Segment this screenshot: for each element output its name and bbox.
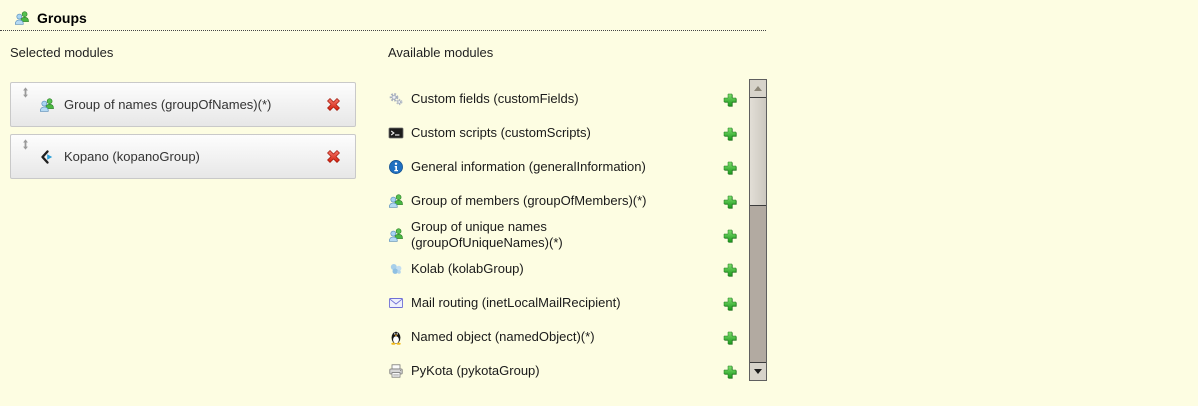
available-modules-heading: Available modules <box>388 45 767 61</box>
kopano-icon <box>39 149 55 165</box>
add-module-button[interactable] <box>721 261 738 278</box>
scroll-down-icon[interactable] <box>750 362 766 380</box>
available-module-label: General information (generalInformation) <box>411 159 676 175</box>
available-module-row: Group of unique names (groupOfUniqueName… <box>388 218 738 252</box>
page-title: Groups <box>37 10 87 26</box>
selected-module-item[interactable]: Group of names (groupOfNames)(*) <box>10 82 356 127</box>
add-module-button[interactable] <box>721 363 738 380</box>
add-module-button[interactable] <box>721 193 738 210</box>
available-module-label: Group of members (groupOfMembers)(*) <box>411 193 676 209</box>
drag-handle-icon[interactable] <box>20 139 31 150</box>
remove-module-button[interactable] <box>325 96 342 113</box>
mail-icon <box>388 295 404 311</box>
available-modules-list: Custom fields (customFields) Custom scri… <box>388 82 738 388</box>
page-header: Groups <box>0 0 766 31</box>
tux-icon <box>388 329 404 345</box>
selected-module-label: Kopano (kopanoGroup) <box>64 149 200 164</box>
add-module-button[interactable] <box>721 159 738 176</box>
available-module-label: Custom fields (customFields) <box>411 91 676 107</box>
available-module-row: Kolab (kolabGroup) <box>388 252 738 286</box>
scrollbar[interactable] <box>749 79 767 381</box>
selected-modules-column: Selected modules Group of names (groupOf… <box>10 45 358 388</box>
groups-config-panel: Groups Selected modules Group of names (… <box>0 0 766 388</box>
remove-module-button[interactable] <box>325 148 342 165</box>
groups-icon <box>14 10 30 26</box>
available-module-row: PyKota (pykotaGroup) <box>388 354 738 388</box>
info-icon <box>388 159 404 175</box>
selected-module-label: Group of names (groupOfNames)(*) <box>64 97 271 112</box>
add-module-button[interactable] <box>721 125 738 142</box>
selected-module-item[interactable]: Kopano (kopanoGroup) <box>10 134 356 179</box>
printer-icon <box>388 363 404 379</box>
add-module-button[interactable] <box>721 329 738 346</box>
available-module-row: Custom scripts (customScripts) <box>388 116 738 150</box>
group-icon <box>39 97 55 113</box>
available-modules-column: Available modules Custom fields (customF… <box>388 45 767 388</box>
available-module-label: Group of unique names (groupOfUniqueName… <box>411 219 676 252</box>
kolab-icon <box>388 261 404 277</box>
group-icon <box>388 193 404 209</box>
available-module-row: General information (generalInformation) <box>388 150 738 184</box>
available-module-row: Custom fields (customFields) <box>388 82 738 116</box>
available-module-row: Mail routing (inetLocalMailRecipient) <box>388 286 738 320</box>
available-module-label: Kolab (kolabGroup) <box>411 261 676 277</box>
available-module-row: Group of members (groupOfMembers)(*) <box>388 184 738 218</box>
available-module-label: Named object (namedObject)(*) <box>411 329 676 345</box>
add-module-button[interactable] <box>721 295 738 312</box>
available-module-label: Custom scripts (customScripts) <box>411 125 676 141</box>
available-module-label: Mail routing (inetLocalMailRecipient) <box>411 295 676 311</box>
add-module-button[interactable] <box>721 227 738 244</box>
add-module-button[interactable] <box>721 91 738 108</box>
custom-fields-icon <box>388 91 404 107</box>
available-module-row: Named object (namedObject)(*) <box>388 320 738 354</box>
scroll-up-icon[interactable] <box>750 80 766 98</box>
scrollbar-thumb[interactable] <box>750 98 766 206</box>
selected-modules-list: Group of names (groupOfNames)(*) Kopano … <box>10 82 358 179</box>
available-module-label: PyKota (pykotaGroup) <box>411 363 676 379</box>
selected-modules-heading: Selected modules <box>10 45 358 61</box>
custom-scripts-icon <box>388 125 404 141</box>
drag-handle-icon[interactable] <box>20 87 31 98</box>
scrollbar-track[interactable] <box>750 206 766 362</box>
group-icon <box>388 227 404 243</box>
